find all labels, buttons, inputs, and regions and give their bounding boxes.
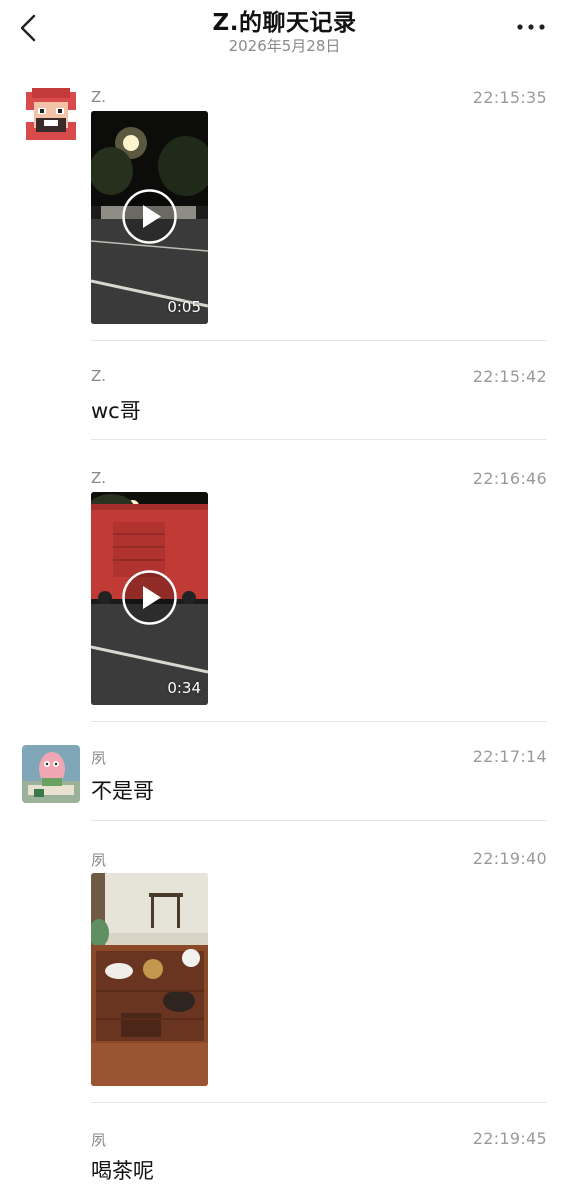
- avatar-image: [22, 745, 80, 803]
- divider: [91, 820, 547, 821]
- video-duration: 0:05: [167, 298, 201, 316]
- image-thumbnail[interactable]: [91, 873, 208, 1086]
- more-horizontal-icon: [517, 24, 545, 30]
- sender-name: Z.: [91, 367, 107, 385]
- avatar-su[interactable]: [22, 745, 80, 803]
- page-title: Z.的聊天记录: [212, 10, 357, 36]
- video-thumbnail[interactable]: 0:05: [91, 111, 208, 324]
- sender-name: Z.: [91, 469, 107, 487]
- divider: [91, 1102, 547, 1103]
- page-date: 2026年5月28日: [228, 37, 341, 55]
- play-icon: [122, 189, 177, 244]
- message-time: 22:15:42: [472, 367, 547, 386]
- message-time: 22:15:35: [472, 88, 547, 107]
- message-text: 喝茶呢: [91, 1159, 154, 1183]
- video-thumbnail[interactable]: 0:34: [91, 492, 208, 705]
- message-text: wc哥: [91, 399, 141, 423]
- divider: [91, 439, 547, 440]
- sender-name: 夙: [91, 1131, 107, 1149]
- play-icon: [122, 570, 177, 625]
- video-duration: 0:34: [167, 679, 201, 697]
- message-time: 22:16:46: [472, 469, 547, 488]
- sender-name: Z.: [91, 88, 107, 106]
- avatar-image: [22, 86, 80, 144]
- message-time: 22:19:45: [472, 1129, 547, 1148]
- message-time: 22:17:14: [472, 747, 547, 766]
- divider: [91, 340, 547, 341]
- photo-image: [91, 873, 208, 1086]
- chat-history-page: Z.的聊天记录 2026年5月28日 Z. 22:15:35 0:05 Z. 2…: [0, 0, 569, 1199]
- divider: [91, 721, 547, 722]
- sender-name: 夙: [91, 749, 107, 767]
- message-text: 不是哥: [91, 779, 154, 803]
- message-time: 22:19:40: [472, 849, 547, 868]
- more-button[interactable]: [515, 17, 547, 37]
- sender-name: 夙: [91, 851, 107, 869]
- avatar-z[interactable]: [22, 86, 80, 144]
- header: Z.的聊天记录 2026年5月28日: [0, 0, 569, 64]
